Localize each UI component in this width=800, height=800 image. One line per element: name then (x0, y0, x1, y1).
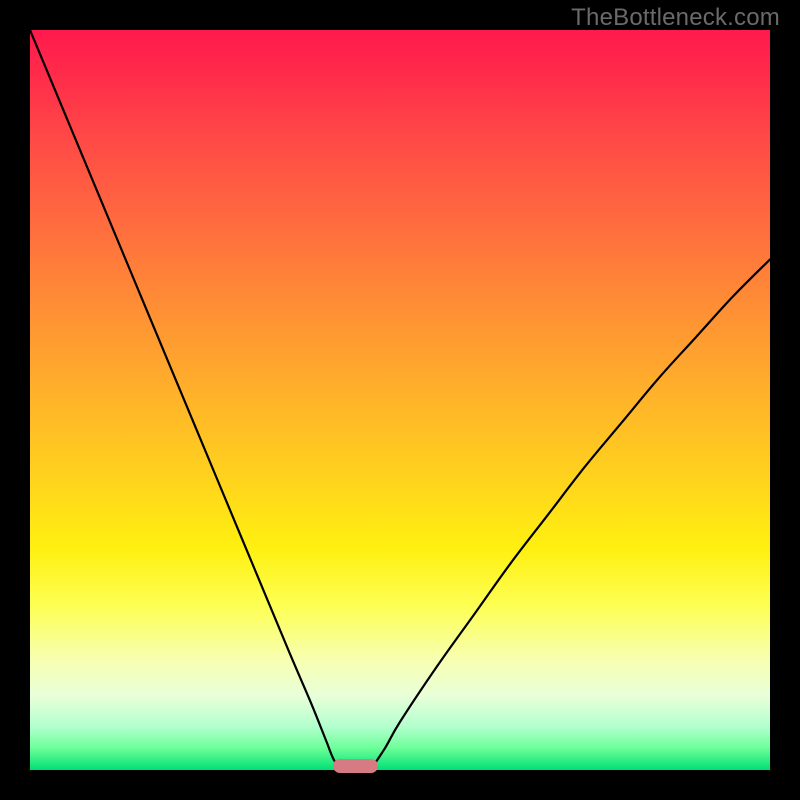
chart-frame: TheBottleneck.com (0, 0, 800, 800)
bottleneck-curve (30, 30, 770, 770)
watermark-text: TheBottleneck.com (571, 4, 780, 32)
bottleneck-marker (333, 759, 377, 773)
plot-area (30, 30, 770, 770)
curve-left-branch (30, 30, 341, 770)
curve-right-branch (370, 259, 770, 770)
